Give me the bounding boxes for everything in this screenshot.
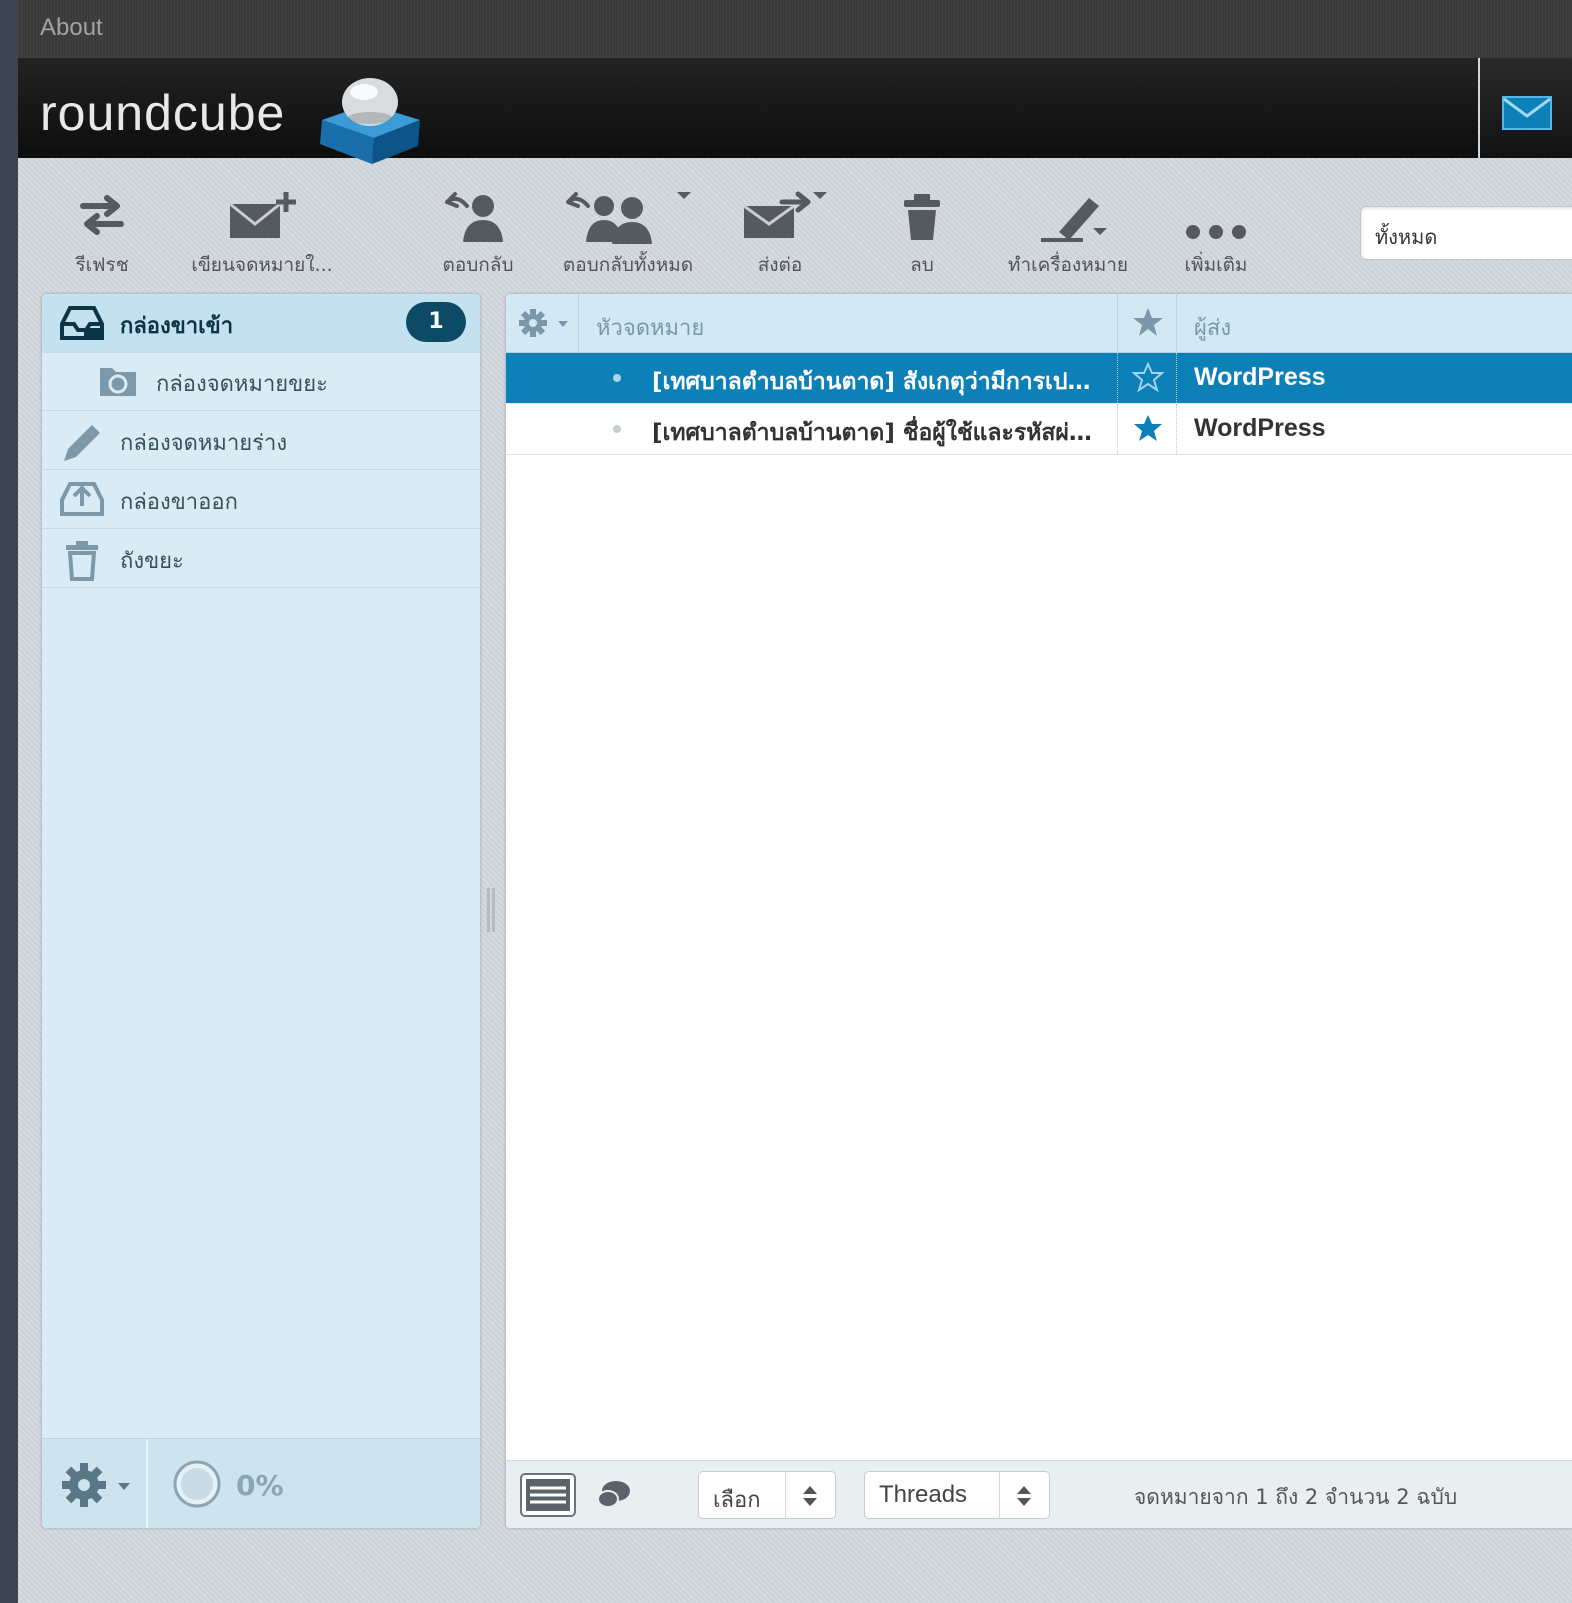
delete-button[interactable]: ลบ (884, 180, 960, 280)
quota-text: 0% (236, 1469, 284, 1502)
column-separator (1176, 294, 1177, 352)
status-dot (613, 374, 621, 382)
folder-list: กล่องขาเข้า 1 กล่องจดหมายขยะ กล่องจดหมาย… (42, 294, 480, 1528)
message-count-text: จดหมายจาก 1 ถึง 2 จำนวน 2 ฉบับ (1134, 1485, 1458, 1509)
refresh-icon (80, 195, 124, 235)
forward-icon (743, 191, 811, 238)
message-from: WordPress (1194, 414, 1326, 442)
message-subject: [เทศบาลตำบลบ้านตาด] สังเกตุว่ามีการเปลี่… (652, 369, 1102, 395)
marker-icon (1041, 198, 1107, 242)
list-view-icon[interactable] (520, 1473, 576, 1517)
threads-label: Threads (879, 1481, 968, 1508)
column-from[interactable]: ผู้ส่ง (1194, 310, 1231, 345)
column-separator (1117, 294, 1118, 352)
delete-label: ลบ (910, 254, 934, 276)
outbox-icon (60, 482, 104, 516)
folder-name: กล่องจดหมายร่าง (120, 431, 288, 456)
trash-icon (904, 194, 940, 240)
folder-junk[interactable]: กล่องจดหมายขยะ (42, 352, 480, 411)
threads-dropdown[interactable]: Threads (864, 1471, 1050, 1519)
select-divider (999, 1472, 1000, 1518)
compose-button[interactable]: เขียนจดหมายใ... (178, 180, 346, 280)
row-separator (1117, 404, 1118, 454)
updown-arrows-icon (1017, 1486, 1031, 1506)
refresh-label: รีเฟรช (75, 254, 129, 276)
trash-icon (66, 541, 98, 581)
reply-icon (445, 192, 503, 242)
select-divider (785, 1472, 786, 1518)
message-subject: [เทศบาลตำบลบ้านตาด] ชื่อผู้ใช้และรหัสผ่า… (652, 420, 1102, 446)
unread-count-badge: 1 (406, 302, 466, 342)
reply-all-label: ตอบกลับทั้งหมด (562, 254, 694, 276)
row-separator (1176, 404, 1177, 454)
message-list-footer: เลือก Threads จดหมายจาก 1 ถึง 2 จำนวน 2 … (506, 1460, 1572, 1528)
star-filled-icon[interactable] (1132, 412, 1164, 444)
footer-separator (146, 1439, 148, 1528)
more-label: เพิ่มเติม (1184, 254, 1248, 276)
row-separator (1117, 353, 1118, 403)
star-outline-icon[interactable] (1132, 361, 1164, 393)
roundcube-window: About roundcube รีเฟรช เขียนจดหมายใ... ต… (18, 0, 1572, 1603)
search-filter-value: ทั้งหมด (1375, 225, 1438, 249)
mark-button[interactable]: ทำเครื่องหมาย (998, 180, 1138, 280)
message-list: หัวจดหมาย ผู้ส่ง [เทศบาลตำบลบ้านตาด] สัง… (506, 294, 1572, 1528)
threads-chat-icon[interactable] (594, 1479, 634, 1511)
inbox-icon (60, 306, 104, 340)
top-navigation: About (18, 0, 1572, 58)
row-separator (1176, 353, 1177, 403)
chevron-down-icon[interactable] (811, 190, 829, 200)
message-from: WordPress (1194, 363, 1326, 391)
toolbar: รีเฟรช เขียนจดหมายใ... ตอบกลับ ตอบกลับทั… (18, 180, 1572, 280)
pane-splitter-handle[interactable] (486, 888, 496, 932)
reply-all-icon (566, 192, 653, 244)
compose-label: เขียนจดหมายใ... (191, 254, 333, 276)
folder-trash[interactable]: ถังขยะ (42, 529, 480, 588)
forward-button[interactable]: ส่งต่อ (732, 180, 828, 280)
folder-sent[interactable]: กล่องขาออก (42, 470, 480, 529)
folder-inbox[interactable]: กล่องขาเข้า 1 (42, 294, 480, 353)
roundcube-logo-icon (320, 78, 420, 164)
junk-icon (100, 368, 136, 396)
status-dot (613, 425, 621, 433)
folder-name: กล่องขาออก (120, 490, 238, 515)
folder-drafts[interactable]: กล่องจดหมายร่าง (42, 411, 480, 470)
mark-label: ทำเครื่องหมาย (1007, 254, 1129, 276)
folder-name: กล่องจดหมายขยะ (156, 372, 328, 397)
folder-name: กล่องขาเข้า (120, 314, 234, 339)
message-list-header: หัวจดหมาย ผู้ส่ง (506, 294, 1572, 353)
forward-label: ส่งต่อ (757, 254, 803, 276)
reply-all-button[interactable]: ตอบกลับทั้งหมด (550, 180, 706, 280)
header: roundcube (18, 58, 1478, 164)
gear-icon[interactable] (60, 1459, 136, 1511)
pencil-icon (64, 425, 100, 461)
refresh-button[interactable]: รีเฟรช (60, 180, 144, 280)
message-row[interactable]: [เทศบาลตำบลบ้านตาด] ชื่อผู้ใช้และรหัสผ่า… (506, 404, 1572, 455)
column-subject[interactable]: หัวจดหมาย (596, 310, 704, 345)
logo-text: roundcube (40, 85, 286, 141)
header-right (1480, 58, 1572, 158)
message-row[interactable]: [เทศบาลตำบลบ้านตาด] สังเกตุว่ามีการเปลี่… (506, 353, 1572, 404)
reply-button[interactable]: ตอบกลับ (432, 180, 524, 280)
about-link[interactable]: About (40, 14, 103, 42)
more-icon (1186, 225, 1246, 239)
reply-label: ตอบกลับ (442, 254, 514, 276)
list-options-gear-icon[interactable] (518, 308, 574, 338)
chevron-down-icon[interactable] (675, 190, 693, 200)
flag-column-star-icon[interactable] (1132, 306, 1164, 338)
more-button[interactable]: เพิ่มเติม (1176, 180, 1256, 280)
folder-footer: 0% (42, 1438, 480, 1528)
updown-arrows-icon (803, 1486, 817, 1506)
select-label: เลือก (713, 1488, 761, 1513)
select-dropdown[interactable]: เลือก (698, 1471, 836, 1519)
column-separator (578, 294, 579, 352)
search-filter[interactable]: ทั้งหมด (1360, 206, 1572, 260)
folder-name: ถังขยะ (120, 549, 184, 574)
compose-icon (229, 192, 296, 238)
mail-icon[interactable] (1502, 96, 1552, 130)
quota-pie-icon (173, 1460, 221, 1508)
